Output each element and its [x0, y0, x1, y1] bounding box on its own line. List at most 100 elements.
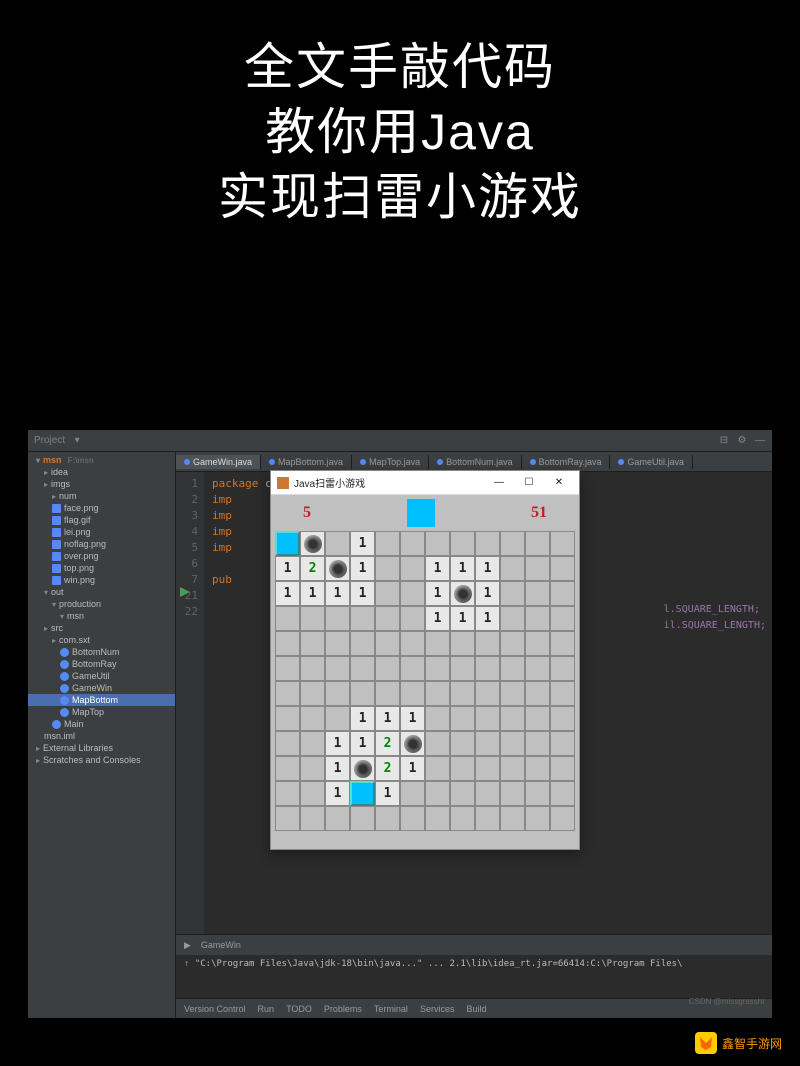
mine-cell[interactable] — [325, 606, 350, 631]
mine-cell[interactable] — [300, 706, 325, 731]
mine-cell[interactable] — [525, 756, 550, 781]
mine-cell[interactable] — [425, 531, 450, 556]
mine-cell[interactable] — [375, 681, 400, 706]
mine-cell[interactable] — [500, 731, 525, 756]
statusbar-item[interactable]: Run — [258, 1004, 275, 1014]
tree-item[interactable]: ▸num — [28, 490, 175, 502]
mine-cell[interactable] — [500, 656, 525, 681]
project-root[interactable]: ▾msn F:\msn — [28, 454, 175, 466]
mine-cell[interactable] — [525, 681, 550, 706]
statusbar-item[interactable]: Terminal — [374, 1004, 408, 1014]
tree-item[interactable]: Main — [28, 718, 175, 730]
mine-cell[interactable] — [400, 556, 425, 581]
mine-cell[interactable] — [400, 631, 425, 656]
collapse-icon[interactable]: ⊟ — [718, 435, 730, 447]
reset-button[interactable] — [407, 499, 435, 527]
editor-tab[interactable]: GameWin.java — [176, 455, 261, 469]
mine-cell[interactable] — [425, 706, 450, 731]
mine-cell[interactable] — [525, 706, 550, 731]
tree-item[interactable]: face.png — [28, 502, 175, 514]
mine-cell[interactable]: 1 — [475, 581, 500, 606]
mine-cell[interactable] — [500, 631, 525, 656]
mine-cell[interactable] — [500, 756, 525, 781]
mine-cell[interactable] — [325, 681, 350, 706]
mine-cell[interactable] — [275, 531, 300, 556]
mine-cell[interactable] — [550, 556, 575, 581]
mine-cell[interactable] — [450, 531, 475, 556]
settings-icon[interactable]: ⚙ — [736, 435, 748, 447]
mine-cell[interactable] — [525, 606, 550, 631]
mine-cell[interactable] — [400, 606, 425, 631]
mine-cell[interactable]: 1 — [425, 606, 450, 631]
mine-cell[interactable] — [300, 606, 325, 631]
mine-cell[interactable] — [425, 631, 450, 656]
mine-cell[interactable] — [475, 731, 500, 756]
minimize-button[interactable]: — — [485, 474, 513, 492]
editor-tab[interactable]: BottomNum.java — [429, 455, 522, 469]
mine-cell[interactable]: 1 — [375, 781, 400, 806]
mine-cell[interactable] — [300, 756, 325, 781]
hide-icon[interactable]: — — [754, 435, 766, 447]
mine-cell[interactable] — [500, 556, 525, 581]
tree-item[interactable]: ▾out — [28, 586, 175, 598]
mine-cell[interactable] — [400, 806, 425, 831]
mine-cell[interactable] — [500, 706, 525, 731]
mine-cell[interactable] — [475, 756, 500, 781]
mine-cell[interactable] — [525, 806, 550, 831]
mine-cell[interactable] — [350, 806, 375, 831]
console-icon[interactable]: ▶ — [184, 940, 191, 951]
statusbar-item[interactable]: Services — [420, 1004, 455, 1014]
mine-cell[interactable] — [425, 781, 450, 806]
mine-cell[interactable] — [400, 731, 425, 756]
mine-cell[interactable]: 1 — [300, 581, 325, 606]
maximize-button[interactable]: ☐ — [515, 474, 543, 492]
mine-cell[interactable]: 1 — [325, 756, 350, 781]
tree-item[interactable]: top.png — [28, 562, 175, 574]
mine-cell[interactable] — [475, 681, 500, 706]
project-sidebar[interactable]: ▾msn F:\msn ▸idea▸imgs▸numface.pngflag.g… — [28, 452, 176, 1018]
mine-cell[interactable]: 1 — [325, 731, 350, 756]
mine-cell[interactable] — [275, 631, 300, 656]
mine-cell[interactable] — [275, 606, 300, 631]
mine-cell[interactable]: 1 — [350, 556, 375, 581]
mine-cell[interactable] — [275, 781, 300, 806]
mine-cell[interactable]: 1 — [350, 531, 375, 556]
mine-cell[interactable] — [500, 581, 525, 606]
mine-cell[interactable] — [350, 781, 375, 806]
run-icon[interactable] — [180, 587, 190, 600]
mine-cell[interactable] — [350, 756, 375, 781]
mine-cell[interactable] — [450, 631, 475, 656]
editor-tab[interactable]: MapBottom.java — [261, 455, 352, 469]
mine-cell[interactable] — [275, 656, 300, 681]
close-button[interactable]: ✕ — [545, 474, 573, 492]
mine-cell[interactable] — [475, 806, 500, 831]
statusbar-item[interactable]: Version Control — [184, 1004, 246, 1014]
mine-cell[interactable] — [275, 706, 300, 731]
mine-cell[interactable] — [550, 656, 575, 681]
mine-cell[interactable] — [350, 656, 375, 681]
mine-cell[interactable] — [450, 581, 475, 606]
mine-cell[interactable] — [325, 806, 350, 831]
mine-cell[interactable] — [525, 581, 550, 606]
tree-item[interactable]: ▸idea — [28, 466, 175, 478]
tree-item[interactable]: BottomRay — [28, 658, 175, 670]
mine-cell[interactable] — [350, 606, 375, 631]
mine-cell[interactable]: 1 — [475, 606, 500, 631]
console-tab[interactable]: GameWin — [201, 940, 241, 950]
tree-item[interactable]: MapTop — [28, 706, 175, 718]
mine-cell[interactable] — [550, 756, 575, 781]
mine-cell[interactable] — [475, 781, 500, 806]
tree-item[interactable]: noflag.png — [28, 538, 175, 550]
mine-cell[interactable] — [375, 531, 400, 556]
mine-cell[interactable] — [375, 656, 400, 681]
tree-item[interactable]: ▾production — [28, 598, 175, 610]
mine-cell[interactable] — [550, 606, 575, 631]
tree-item[interactable]: ▸src — [28, 622, 175, 634]
mine-cell[interactable]: 1 — [350, 581, 375, 606]
mine-cell[interactable] — [425, 756, 450, 781]
mine-cell[interactable]: 1 — [450, 606, 475, 631]
editor-tab[interactable]: BottomRay.java — [522, 455, 611, 469]
editor-tab[interactable]: MapTop.java — [352, 455, 429, 469]
mine-cell[interactable] — [525, 556, 550, 581]
tree-item[interactable]: over.png — [28, 550, 175, 562]
